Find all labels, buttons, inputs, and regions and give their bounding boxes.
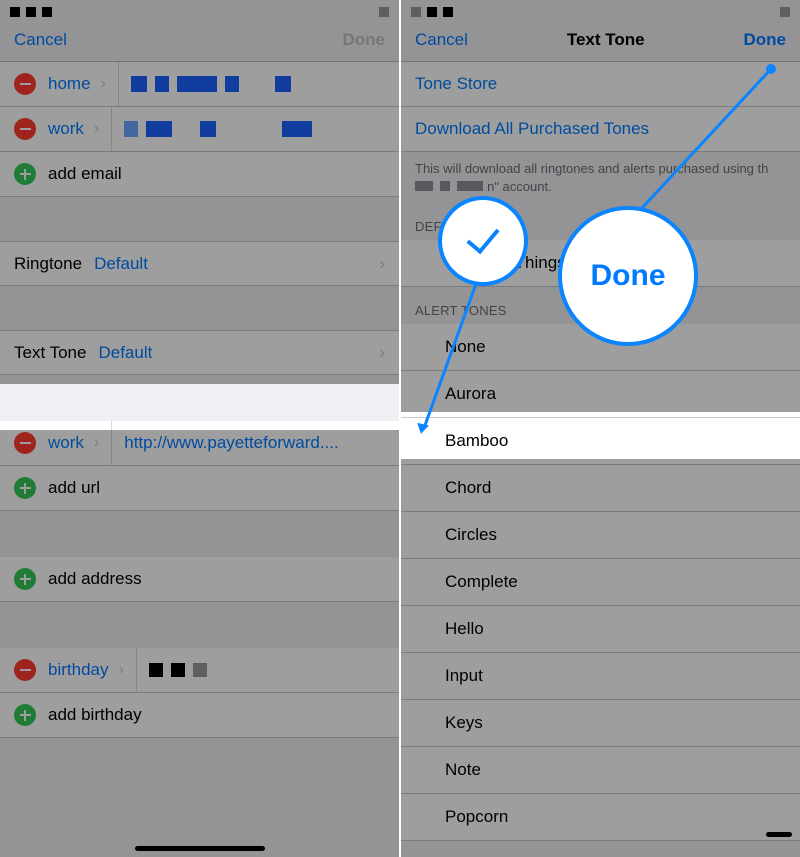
tone-chord[interactable]: Chord <box>401 465 800 512</box>
add-icon[interactable] <box>14 704 36 726</box>
delete-icon[interactable] <box>14 73 36 95</box>
done-button[interactable]: Done <box>744 30 787 50</box>
cancel-button[interactable]: Cancel <box>415 30 468 50</box>
chevron-right-icon: › <box>118 661 123 679</box>
birthday-row[interactable]: birthday › <box>0 648 399 693</box>
email-work-row[interactable]: work › <box>0 107 399 152</box>
tone-popcorn[interactable]: Popcorn <box>401 794 800 841</box>
callout-checkmark-icon <box>438 196 528 286</box>
add-icon[interactable] <box>14 568 36 590</box>
text-tone-row[interactable]: Text Tone Default › <box>0 330 399 375</box>
arrowhead-icon <box>415 423 429 435</box>
callout-dot <box>766 64 776 74</box>
chevron-right-icon: › <box>94 120 99 138</box>
done-button-disabled: Done <box>342 30 385 50</box>
chevron-right-icon: › <box>379 343 385 363</box>
tone-note[interactable]: Note <box>401 747 800 794</box>
url-work-row[interactable]: work › http://www.payetteforward.... <box>0 421 399 466</box>
scroll-indicator <box>766 832 792 837</box>
home-indicator <box>135 846 265 851</box>
birthday-field[interactable] <box>136 648 385 692</box>
email-home-row[interactable]: home › <box>0 62 399 107</box>
add-icon[interactable] <box>14 477 36 499</box>
delete-icon[interactable] <box>14 118 36 140</box>
tone-input[interactable]: Input <box>401 653 800 700</box>
tone-circles[interactable]: Circles <box>401 512 800 559</box>
tone-bamboo[interactable]: Bamboo <box>401 418 800 465</box>
tone-hello[interactable]: Hello <box>401 606 800 653</box>
add-url-row[interactable]: add url <box>0 466 399 511</box>
ringtone-row[interactable]: Ringtone Default › <box>0 241 399 286</box>
nav-title: Text Tone <box>567 30 645 50</box>
chevron-right-icon: › <box>94 434 99 452</box>
delete-icon[interactable] <box>14 432 36 454</box>
delete-icon[interactable] <box>14 659 36 681</box>
status-bar <box>0 0 399 18</box>
chevron-right-icon: › <box>379 254 385 274</box>
tone-complete[interactable]: Complete <box>401 559 800 606</box>
status-bar <box>401 0 800 18</box>
contact-edit-screen: Cancel Done home › work › add email <box>0 0 399 857</box>
chevron-right-icon: › <box>101 75 106 93</box>
tone-aurora[interactable]: Aurora <box>401 371 800 418</box>
add-icon[interactable] <box>14 163 36 185</box>
email-home-field[interactable] <box>118 62 385 106</box>
cancel-button[interactable]: Cancel <box>14 30 67 50</box>
add-birthday-row[interactable]: add birthday <box>0 693 399 738</box>
nav-bar: Cancel Text Tone Done <box>401 18 800 62</box>
add-address-row[interactable]: add address <box>0 557 399 602</box>
nav-bar: Cancel Done <box>0 18 399 62</box>
text-tone-screen: Cancel Text Tone Done Tone Store Downloa… <box>401 0 800 857</box>
tone-keys[interactable]: Keys <box>401 700 800 747</box>
email-work-field[interactable] <box>111 107 385 151</box>
url-field[interactable]: http://www.payetteforward.... <box>111 421 385 465</box>
tone-store-link[interactable]: Tone Store <box>401 62 800 107</box>
download-footer: This will download all ringtones and ale… <box>401 152 800 203</box>
add-email-row[interactable]: add email <box>0 152 399 197</box>
download-all-link[interactable]: Download All Purchased Tones <box>401 107 800 152</box>
callout-done-label: Done <box>558 206 698 346</box>
